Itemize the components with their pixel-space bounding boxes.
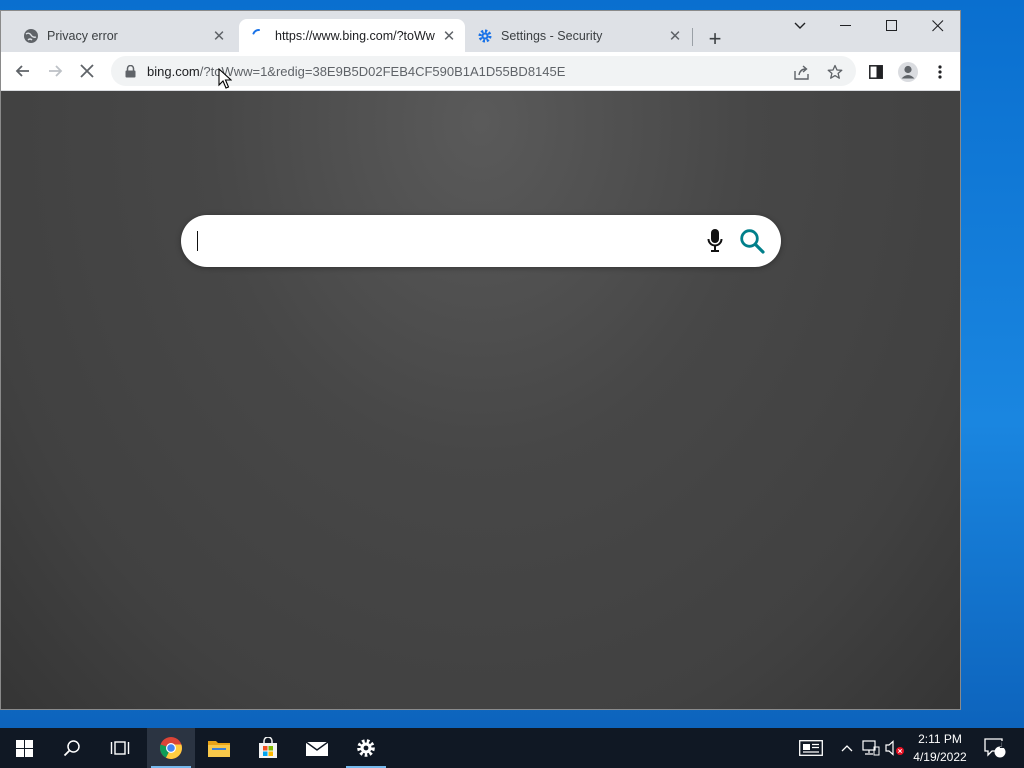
maximize-button[interactable] <box>869 11 915 41</box>
avatar-icon <box>898 62 918 82</box>
stop-loading-button[interactable] <box>73 57 101 85</box>
tab-title: https://www.bing.com/?toWww=1&redig <box>275 28 435 43</box>
file-explorer-button[interactable] <box>195 728 243 768</box>
notification-count: 1 <box>999 740 1005 751</box>
mail-icon <box>305 741 329 756</box>
globe-icon <box>23 28 39 44</box>
arrow-left-icon <box>15 65 29 77</box>
task-view-icon <box>110 741 130 755</box>
chevron-down-icon <box>794 22 806 29</box>
gear-icon <box>357 739 375 757</box>
back-button[interactable] <box>9 57 37 85</box>
windows-logo-icon <box>15 739 33 757</box>
more-vert-icon <box>938 65 942 79</box>
tab-settings-security[interactable]: Settings - Security ✕ <box>469 19 691 52</box>
close-tab-icon[interactable]: ✕ <box>209 26 229 46</box>
tab-separator <box>692 28 693 46</box>
loading-spinner-icon <box>251 28 267 44</box>
tab-title: Settings - Security <box>501 28 603 43</box>
close-icon <box>80 64 94 78</box>
arrow-right-icon <box>49 65 63 77</box>
tab-title: Privacy error <box>47 28 118 43</box>
minimize-button[interactable] <box>823 11 869 41</box>
page-content <box>1 91 960 709</box>
volume-muted-icon[interactable] <box>884 728 906 768</box>
tab-strip: Privacy error ✕ https://www.bing.com/?to… <box>1 11 960 52</box>
close-icon <box>932 20 944 32</box>
chrome-taskbar-button[interactable] <box>147 728 195 768</box>
store-button[interactable] <box>244 728 292 768</box>
mail-button[interactable] <box>293 728 341 768</box>
taskbar: 2:11 PM 4/19/2022 1 <box>0 728 1024 768</box>
news-widget-icon[interactable] <box>797 728 825 768</box>
new-tab-button[interactable]: + <box>701 25 729 53</box>
clock-date: 4/19/2022 <box>913 750 967 764</box>
chevron-up-icon[interactable] <box>838 728 856 768</box>
bookmark-star-icon[interactable] <box>826 63 844 81</box>
start-button[interactable] <box>0 728 48 768</box>
mouse-pointer-icon <box>218 68 232 89</box>
url-host: bing.com <box>147 63 200 79</box>
gear-icon <box>477 28 493 44</box>
browser-window: Privacy error ✕ https://www.bing.com/?to… <box>0 10 961 710</box>
search-icon[interactable] <box>737 227 767 255</box>
profile-button[interactable] <box>897 61 919 83</box>
side-panel-icon <box>869 65 883 79</box>
forward-button[interactable] <box>41 57 69 85</box>
store-bag-icon <box>259 737 277 758</box>
tab-search-button[interactable] <box>777 11 823 41</box>
browser-toolbar: bing.com/?toWww=1&redig=38E9B5D02FEB4CF5… <box>1 52 960 91</box>
tab-privacy-error[interactable]: Privacy error ✕ <box>13 19 235 52</box>
close-tab-icon[interactable]: ✕ <box>439 26 459 46</box>
tab-bing[interactable]: https://www.bing.com/?toWww=1&redig ✕ <box>239 19 465 52</box>
network-icon[interactable] <box>860 728 882 768</box>
maximize-icon <box>886 20 897 31</box>
close-tab-icon[interactable]: ✕ <box>665 26 685 46</box>
lock-icon[interactable] <box>123 64 137 78</box>
share-icon[interactable] <box>793 63 811 81</box>
clock-time: 2:11 PM <box>918 732 962 746</box>
side-panel-button[interactable] <box>865 61 887 83</box>
chrome-icon <box>160 737 182 759</box>
microphone-icon[interactable] <box>705 227 725 255</box>
settings-taskbar-button[interactable] <box>342 728 390 768</box>
search-icon <box>63 740 80 757</box>
notifications-button[interactable]: 1 <box>980 728 1010 768</box>
url-text: bing.com/?toWww=1&redig=38E9B5D02FEB4CF5… <box>147 64 565 79</box>
search-box[interactable] <box>181 215 781 267</box>
clock[interactable]: 2:11 PM 4/19/2022 <box>905 730 975 766</box>
search-taskbar-button[interactable] <box>48 728 96 768</box>
url-path: /?toWww=1&redig=38E9B5D02FEB4CF590B1A1D5… <box>199 63 566 79</box>
text-caret <box>197 231 198 251</box>
close-window-button[interactable] <box>915 11 960 41</box>
minimize-icon <box>840 25 851 26</box>
folder-icon <box>208 741 230 757</box>
search-input[interactable] <box>201 225 681 257</box>
task-view-button[interactable] <box>96 728 144 768</box>
menu-button[interactable] <box>929 61 951 83</box>
